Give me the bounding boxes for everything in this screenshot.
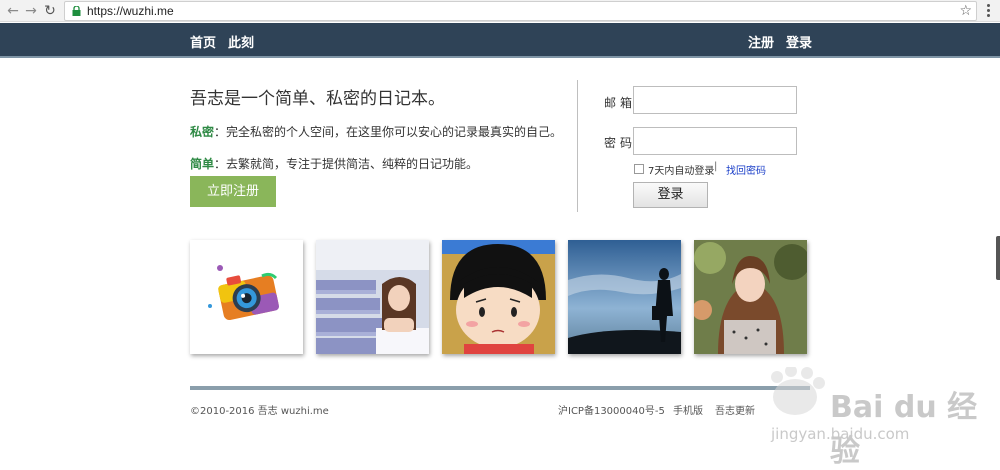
nav-moment[interactable]: 此刻: [228, 32, 254, 51]
lock-icon: [72, 6, 81, 16]
address-bar[interactable]: https://wuzhi.me ☆: [64, 1, 977, 21]
site-tagline: 吾志是一个简单、私密的日记本。: [190, 89, 445, 109]
camera-illustration-icon: [190, 240, 303, 354]
icp-link[interactable]: 沪ICP备13000040号-5: [558, 402, 665, 417]
email-label: 邮箱: [604, 96, 637, 110]
girl-in-classroom-icon: [316, 240, 429, 354]
gallery-image-portrait[interactable]: [694, 240, 807, 354]
email-field[interactable]: [633, 86, 797, 114]
password-label: 密码: [604, 136, 637, 150]
feature-text: ：完全私密的个人空间，在这里你可以安心的记录最真实的自己。: [214, 125, 563, 139]
silhouette-at-dusk-icon: [568, 240, 681, 354]
remember-label: 7天内自动登录: [648, 166, 715, 177]
menu-icon[interactable]: [985, 3, 991, 19]
reload-icon[interactable]: ↻: [41, 2, 59, 20]
password-field[interactable]: [633, 127, 797, 155]
girl-portrait-icon: [694, 240, 807, 354]
divider: [577, 80, 578, 212]
side-scroll-tab[interactable]: [996, 236, 1000, 280]
feature-private: 私密：完全私密的个人空间，在这里你可以安心的记录最真实的自己。: [190, 123, 562, 140]
cartoon-girl-icon: [442, 240, 555, 354]
watermark-url: jingyan.baidu.com: [771, 425, 910, 443]
register-now-button[interactable]: 立即注册: [190, 176, 276, 207]
feature-simple: 简单：去繁就简，专注于提供简洁、纯粹的日记功能。: [190, 155, 478, 172]
link-separator: |: [714, 161, 718, 172]
forgot-password-link[interactable]: 找回密码: [726, 162, 766, 177]
site-header: 首页 此刻 注册 登录: [0, 23, 1000, 58]
copyright-text: ©2010-2016 吾志 wuzhi.me: [190, 406, 329, 417]
gallery-image-silhouette[interactable]: [568, 240, 681, 354]
gallery-image-classroom[interactable]: [316, 240, 429, 354]
feature-title: 简单: [190, 157, 215, 171]
header-register-link[interactable]: 注册: [748, 32, 774, 51]
back-icon[interactable]: ←: [4, 2, 22, 20]
footer-divider: [190, 386, 810, 390]
browser-toolbar: ← → ↻ https://wuzhi.me ☆: [0, 0, 1000, 22]
gallery-image-camera[interactable]: [190, 240, 303, 354]
gallery-image-cartoon[interactable]: [442, 240, 555, 354]
url-text: https://wuzhi.me: [87, 4, 174, 18]
feature-text: ：去繁就简，专注于提供简洁、纯粹的日记功能。: [214, 157, 479, 171]
feature-title: 私密: [190, 125, 215, 139]
star-icon[interactable]: ☆: [959, 2, 972, 20]
remember-checkbox[interactable]: [634, 164, 644, 174]
forward-icon[interactable]: →: [22, 2, 40, 20]
footer-link-updates[interactable]: 吾志更新: [715, 402, 755, 417]
nav-home[interactable]: 首页: [190, 32, 216, 51]
header-login-link[interactable]: 登录: [786, 32, 812, 51]
login-button[interactable]: 登录: [633, 182, 708, 208]
footer-link-mobile[interactable]: 手机版: [673, 402, 703, 417]
